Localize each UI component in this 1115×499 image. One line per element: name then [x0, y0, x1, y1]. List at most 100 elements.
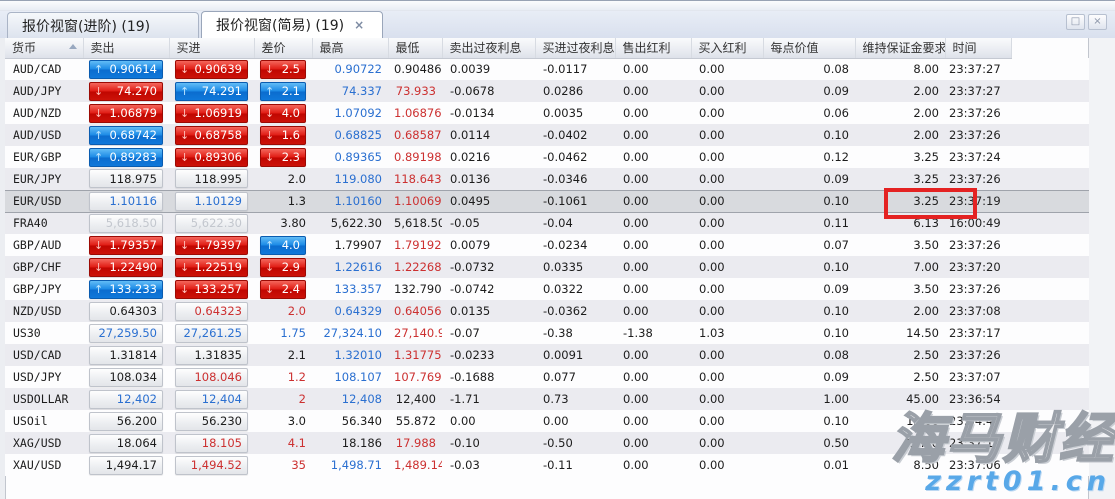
column-header-1[interactable]: 卖出	[83, 38, 170, 59]
buy-button[interactable]: ↓ 1.79397	[175, 235, 248, 255]
column-header-10[interactable]: 每点价值	[763, 38, 856, 59]
sell-button[interactable]: ↓ 74.270	[89, 81, 163, 101]
sell-button[interactable]: ↑ 0.68742	[89, 125, 163, 145]
sell-button[interactable]: 1.31814	[89, 345, 163, 365]
column-header-6[interactable]: 卖出过夜利息	[442, 38, 536, 59]
sell-button[interactable]: 56.200	[89, 411, 163, 431]
column-header-7[interactable]: 买进过夜利息	[535, 38, 616, 59]
margin-requirement-cell: 3.50	[913, 238, 939, 252]
sell-dividend-cell: 0.00	[623, 150, 649, 164]
symbol-cell: EUR/USD	[13, 194, 62, 208]
quote-row-aud-nzd[interactable]: AUD/NZD ↓ 1.06879 ↓ 1.06919 ↓ 4.0 1.07092 1.0687…	[5, 102, 1089, 124]
tab-quote-simple[interactable]: 报价视窗(简易) (19) ×	[201, 11, 383, 38]
sell-button[interactable]: 118.975	[89, 169, 163, 189]
buy-button[interactable]: 118.995	[175, 169, 248, 189]
close-button[interactable]: ×	[1088, 14, 1107, 30]
buy-button[interactable]: 56.230	[175, 411, 248, 431]
column-header-0[interactable]: 货币	[5, 38, 84, 59]
buy-button[interactable]: ↓ 133.257	[175, 279, 248, 299]
buy-button[interactable]: ↓ 0.89306	[175, 147, 248, 167]
sell-button[interactable]: ↑ 0.90614	[89, 59, 163, 79]
column-header-3[interactable]: 差价	[254, 38, 313, 59]
column-header-2[interactable]: 买进	[169, 38, 255, 59]
buy-button[interactable]: 0.64323	[175, 301, 248, 321]
sell-button[interactable]: 12,402	[89, 389, 163, 409]
buy-button[interactable]: 5,622.30	[175, 213, 248, 233]
buy-button[interactable]: ↓ 0.68758	[175, 125, 248, 145]
buy-button[interactable]: 108.046	[175, 367, 248, 387]
sell-button[interactable]: 1,494.17	[89, 455, 163, 475]
quote-row-usdollar[interactable]: USDOLLAR 12,402 12,404 2 12,408 12,400 -1.71 0.…	[5, 388, 1089, 410]
sell-button[interactable]: 0.64303	[89, 301, 163, 321]
column-header-4[interactable]: 最高	[312, 38, 389, 59]
column-header-8[interactable]: 售出红利	[615, 38, 692, 59]
sell-button[interactable]: 5,618.50	[89, 213, 163, 233]
buy-dividend-cell: 0.00	[699, 392, 725, 406]
low-cell: 1.79192	[394, 238, 442, 252]
spread-cell: 35	[291, 458, 306, 472]
sell-button[interactable]: ↓ 1.22490	[89, 257, 163, 277]
sell-button[interactable]: 27,259.50	[89, 323, 163, 343]
buy-button[interactable]: ↓ 1.22519	[175, 257, 248, 277]
quote-row-us30[interactable]: US30 27,259.50 27,261.25 1.75 27,324.10 27,14…	[5, 322, 1089, 344]
buy-button[interactable]: 1.10129	[175, 191, 248, 211]
restore-button[interactable]: □	[1066, 14, 1085, 30]
sell-button[interactable]: ↓ 1.06879	[89, 103, 163, 123]
quote-row-usoil[interactable]: USOil 56.200 56.230 3.0 56.340 55.872 0.00 0.00…	[5, 410, 1089, 432]
spread-button[interactable]: ↓ 1.6	[260, 125, 306, 145]
sell-button[interactable]: 1.10116	[89, 191, 163, 211]
quote-row-usd-cad[interactable]: USD/CAD 1.31814 1.31835 2.1 1.32010 1.31775 -0…	[5, 344, 1089, 366]
tab-close-icon[interactable]: ×	[354, 18, 364, 32]
column-header-9[interactable]: 买入红利	[691, 38, 764, 59]
spread-button[interactable]: ↓ 2.9	[260, 257, 306, 277]
column-header-12[interactable]: 时间	[945, 38, 1012, 59]
quote-row-aud-cad[interactable]: AUD/CAD ↑ 0.90614 ↓ 0.90639 ↓ 2.5 0.90722 0.9048…	[5, 58, 1089, 80]
sell-button[interactable]: ↑ 133.233	[89, 279, 163, 299]
time-cell: 23:37:27	[949, 62, 1001, 77]
buy-button[interactable]: ↑ 74.291	[175, 81, 248, 101]
quote-row-nzd-usd[interactable]: NZD/USD 0.64303 0.64323 2.0 0.64329 0.64056 0.…	[5, 300, 1089, 322]
quote-row-xag-usd[interactable]: XAG/USD 18.064 18.105 4.1 18.186 17.988 -0.10 -…	[5, 432, 1089, 454]
quote-row-aud-usd[interactable]: AUD/USD ↑ 0.68742 ↓ 0.68758 ↓ 1.6 0.68825 0.6858…	[5, 124, 1089, 146]
quote-row-fra40[interactable]: FRA40 5,618.50 5,622.30 3.80 5,622.30 5,618.5…	[5, 212, 1089, 234]
sell-button-value: 1.79357	[109, 238, 157, 252]
low-cell: 1.22268	[394, 260, 442, 274]
buy-rollover-cell: -0.0117	[543, 62, 588, 77]
high-cell: 12,408	[341, 392, 382, 406]
buy-button[interactable]: 27,261.25	[175, 323, 248, 343]
sell-dividend-cell: 0.00	[623, 238, 649, 252]
buy-button[interactable]: ↓ 0.90639	[175, 59, 248, 79]
buy-button[interactable]: 18.105	[175, 433, 248, 453]
tab-quote-advanced[interactable]: 报价视窗(进阶) (19)	[7, 12, 199, 38]
filler-cell	[1011, 300, 1089, 322]
symbol-cell: NZD/USD	[13, 304, 62, 318]
column-header-11[interactable]: 维持保证金要求	[855, 38, 946, 59]
sell-button[interactable]: 108.034	[89, 367, 163, 387]
quote-row-eur-jpy[interactable]: EUR/JPY 118.975 118.995 2.0 119.080 118.643 0.…	[5, 168, 1089, 190]
quote-row-usd-jpy[interactable]: USD/JPY 108.034 108.046 1.2 108.107 107.769 -0…	[5, 366, 1089, 388]
spread-button[interactable]: ↑ 4.0	[260, 235, 306, 255]
quote-row-gbp-jpy[interactable]: GBP/JPY ↑ 133.233 ↓ 133.257 ↓ 2.4 133.357 132.79…	[5, 278, 1089, 300]
spread-button[interactable]: ↓ 4.0	[260, 103, 306, 123]
sell-button[interactable]: ↑ 0.89283	[89, 147, 163, 167]
quote-row-eur-gbp[interactable]: EUR/GBP ↑ 0.89283 ↓ 0.89306 ↓ 2.3 0.89365 0.8919…	[5, 146, 1089, 168]
quote-row-xau-usd[interactable]: XAU/USD 1,494.17 1,494.52 35 1,498.71 1,489.1…	[5, 454, 1089, 476]
spread-button[interactable]: ↓ 2.5	[260, 59, 306, 79]
quote-row-aud-jpy[interactable]: AUD/JPY ↓ 74.270 ↑ 74.291 ↑ 2.1 74.337 73.933 -0.…	[5, 80, 1089, 102]
buy-rollover-cell: -0.0462	[543, 150, 588, 164]
sell-button[interactable]: ↓ 1.79357	[89, 235, 163, 255]
sell-button[interactable]: 18.064	[89, 433, 163, 453]
buy-button[interactable]: 12,404	[175, 389, 248, 409]
buy-button[interactable]: 1,494.52	[175, 455, 248, 475]
quote-row-gbp-chf[interactable]: GBP/CHF ↓ 1.22490 ↓ 1.22519 ↓ 2.9 1.22616 1.2226…	[5, 256, 1089, 278]
quote-row-eur-usd[interactable]: EUR/USD 1.10116 1.10129 1.3 1.10160 1.10069 0.…	[5, 190, 1089, 212]
buy-button-value: 1.10129	[194, 194, 242, 208]
buy-button[interactable]: 1.31835	[175, 345, 248, 365]
column-header-5[interactable]: 最低	[388, 38, 443, 59]
spread-button[interactable]: ↑ 2.1	[260, 81, 306, 101]
buy-button[interactable]: ↓ 1.06919	[175, 103, 248, 123]
spread-button[interactable]: ↓ 2.3	[260, 147, 306, 167]
spread-button[interactable]: ↓ 2.4	[260, 279, 306, 299]
time-cell: 16:00:49	[949, 216, 1001, 231]
quote-row-gbp-aud[interactable]: GBP/AUD ↓ 1.79357 ↓ 1.79397 ↑ 4.0 1.79907 1.7919…	[5, 234, 1089, 256]
